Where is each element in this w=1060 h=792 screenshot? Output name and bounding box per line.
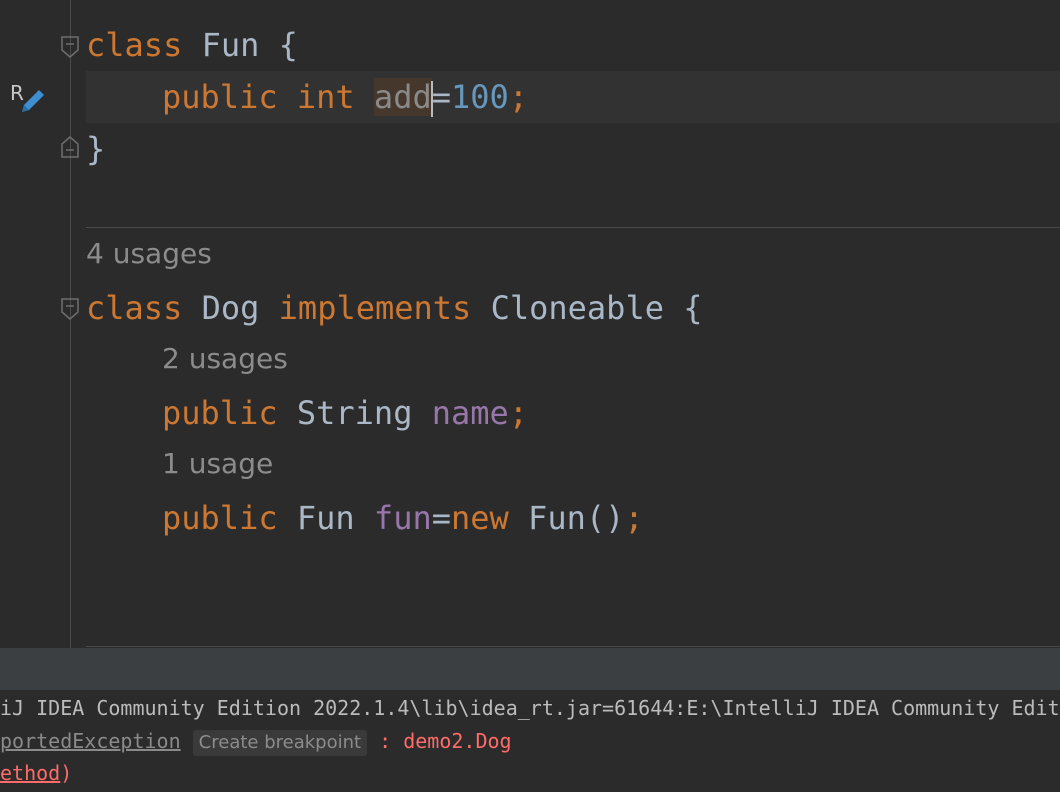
constructor-call: Fun() (528, 499, 625, 537)
field-add-highlighted[interactable]: add (373, 78, 432, 116)
field-name: name (431, 394, 509, 432)
type-fun: Fun (296, 499, 355, 537)
number-literal: 100 (450, 78, 509, 116)
rename-refactoring-icon[interactable]: R (8, 78, 48, 118)
interface-cloneable: Cloneable (490, 289, 664, 327)
fold-toggle-icon[interactable] (61, 298, 79, 320)
type-string: String (296, 394, 413, 432)
console-line-3: ethod) (0, 757, 72, 789)
semicolon: ; (508, 394, 529, 432)
code-line-field-fun[interactable]: public Fun fun=new Fun(); (162, 492, 644, 544)
partial-comment-line: */ (86, 0, 125, 4)
code-editor[interactable]: */ R class Fun { public int add=100; } 4… (0, 0, 1060, 648)
semicolon: ; (624, 499, 644, 537)
code-line-field-name[interactable]: public String name; (162, 387, 528, 439)
console-toolbar (0, 648, 1060, 690)
open-brace: { (278, 26, 298, 64)
code-line-class-dog[interactable]: class Dog implements Cloneable { (86, 282, 703, 334)
run-console[interactable]: iJ IDEA Community Edition 2022.1.4\lib\i… (0, 648, 1060, 792)
code-line-close-brace[interactable]: } (86, 123, 105, 175)
keyword-public: public (162, 394, 278, 432)
console-line-1: iJ IDEA Community Edition 2022.1.4\lib\i… (0, 696, 1060, 720)
stack-trace-link[interactable]: ethod (0, 761, 60, 785)
stack-trace-rest: ) (60, 761, 73, 785)
method-separator (86, 227, 1060, 228)
assign-operator: = (431, 78, 451, 116)
class-name-dog: Dog (201, 289, 260, 327)
gutter-divider (70, 0, 71, 648)
field-fun: fun (373, 499, 432, 537)
usages-hint[interactable]: 4 usages (86, 237, 212, 270)
keyword-new: new (450, 499, 509, 537)
code-line-class-fun[interactable]: class Fun { (86, 19, 298, 71)
console-line-2: portedException Create breakpoint : demo… (0, 725, 512, 757)
fold-toggle-icon[interactable] (61, 36, 79, 58)
fold-end-icon[interactable] (61, 136, 79, 158)
keyword-int: int (296, 78, 355, 116)
keyword-implements: implements (278, 289, 472, 327)
open-brace: { (683, 289, 703, 327)
rename-letter: R (10, 81, 24, 105)
keyword-public: public (162, 78, 278, 116)
keyword-class: class (86, 26, 183, 64)
exception-link[interactable]: portedException (0, 729, 181, 753)
assign-operator: = (431, 499, 451, 537)
usages-hint[interactable]: 2 usages (162, 342, 288, 375)
semicolon: ; (508, 78, 529, 116)
exception-message: : demo2.Dog (367, 729, 512, 753)
class-name-fun: Fun (201, 26, 260, 64)
code-line-field-add[interactable]: public int add=100; (162, 71, 528, 123)
create-breakpoint-button[interactable]: Create breakpoint (192, 730, 368, 756)
editor-bottom-separator (86, 646, 1060, 647)
keyword-public: public (162, 499, 278, 537)
keyword-class: class (86, 289, 183, 327)
usages-hint[interactable]: 1 usage (162, 447, 273, 480)
close-brace: } (86, 130, 106, 168)
